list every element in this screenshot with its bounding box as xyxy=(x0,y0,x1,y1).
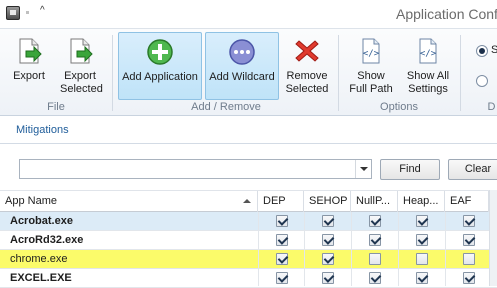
show-all-settings-label: Show All Settings xyxy=(406,70,450,95)
dep-checkbox[interactable] xyxy=(276,215,288,227)
show-all-settings-button[interactable]: </> Show All Settings xyxy=(401,32,455,100)
remove-selected-label: Remove Selected xyxy=(285,70,329,95)
add-application-button[interactable]: Add Application xyxy=(118,32,202,100)
chevron-down-icon[interactable] xyxy=(355,160,371,178)
svg-text:</>: </> xyxy=(420,49,437,59)
find-button[interactable]: Find xyxy=(380,159,440,180)
filter-combo[interactable] xyxy=(19,159,372,179)
eaf-checkbox[interactable] xyxy=(463,272,475,284)
heapspray-checkbox[interactable] xyxy=(416,272,428,284)
heapspray-checkbox[interactable] xyxy=(416,234,428,246)
window-menu-icon[interactable] xyxy=(6,6,20,20)
export-selected-icon xyxy=(70,38,93,64)
sehop-checkbox[interactable] xyxy=(322,253,334,265)
column-header-heapspray[interactable]: Heap... xyxy=(398,191,445,212)
column-header-dep[interactable]: DEP xyxy=(258,191,304,212)
group-separator xyxy=(460,35,461,111)
display-group-label: D xyxy=(487,101,496,113)
vertical-scrollbar[interactable] xyxy=(489,190,497,286)
add-remove-group-label: Add / Remove xyxy=(191,101,261,113)
filter-bar: Find Clear xyxy=(0,145,497,189)
quick-access-dropdown-icon[interactable]: ^ xyxy=(40,5,45,16)
column-divider xyxy=(258,212,259,286)
column-header-label: App Name xyxy=(5,195,57,207)
dep-checkbox[interactable] xyxy=(276,272,288,284)
dep-checkbox[interactable] xyxy=(276,234,288,246)
add-application-label: Add Application xyxy=(122,71,198,83)
app-name-cell: Acrobat.exe xyxy=(10,215,73,227)
column-header-eaf[interactable]: EAF xyxy=(445,191,489,212)
show-full-path-button[interactable]: </> Show Full Path xyxy=(344,32,398,100)
tab-mitigations[interactable]: Mitigations xyxy=(16,124,69,136)
add-wildcard-label: Add Wildcard xyxy=(209,71,275,83)
sort-ascending-icon xyxy=(243,199,251,203)
quick-access-separator xyxy=(26,11,29,14)
file-group-label: File xyxy=(47,101,65,113)
column-header-nullpage[interactable]: NullP... xyxy=(351,191,398,212)
add-circle-icon xyxy=(147,39,173,65)
app-name-cell: EXCEL.EXE xyxy=(10,272,72,284)
heapspray-checkbox[interactable] xyxy=(416,253,428,265)
eaf-checkbox[interactable] xyxy=(463,215,475,227)
wildcard-icon xyxy=(229,39,255,65)
export-selected-label: Export Selected xyxy=(60,70,103,95)
add-wildcard-button[interactable]: Add Wildcard xyxy=(205,32,279,100)
code-file-icon: </> xyxy=(419,38,437,64)
table-row[interactable]: Acrobat.exe xyxy=(0,212,497,231)
group-separator xyxy=(112,35,113,111)
dep-checkbox[interactable] xyxy=(276,253,288,265)
nullpage-checkbox[interactable] xyxy=(369,215,381,227)
export-icon xyxy=(19,38,42,64)
display-mode-radio-2[interactable] xyxy=(476,75,488,87)
app-name-cell: chrome.exe xyxy=(10,253,68,265)
clear-button[interactable]: Clear xyxy=(448,159,497,180)
svg-text:</>: </> xyxy=(363,49,380,59)
sehop-checkbox[interactable] xyxy=(322,272,334,284)
tab-strip: Mitigations xyxy=(0,116,497,144)
column-header-sehop[interactable]: SEHOP xyxy=(304,191,351,212)
table-row[interactable]: EXCEL.EXE xyxy=(0,269,497,288)
app-name-cell: AcroRd32.exe xyxy=(10,234,84,246)
group-separator xyxy=(338,35,339,111)
display-mode-radio-1-label: S xyxy=(491,44,497,56)
table-row[interactable]: AcroRd32.exe xyxy=(0,231,497,250)
applications-grid: App Name DEP SEHOP NullP... Heap... EAF … xyxy=(0,190,497,288)
column-divider xyxy=(445,212,446,286)
table-row[interactable]: chrome.exe xyxy=(0,250,497,269)
column-header-app-name[interactable]: App Name xyxy=(0,191,258,212)
export-label: Export xyxy=(13,70,45,82)
export-button[interactable]: Export xyxy=(6,32,52,100)
code-file-icon: </> xyxy=(362,38,380,64)
remove-selected-button[interactable]: Remove Selected xyxy=(283,32,331,100)
window-title: Application Confi xyxy=(396,6,497,22)
nullpage-checkbox[interactable] xyxy=(369,234,381,246)
options-group-label: Options xyxy=(380,101,418,113)
title-bar: ^ Application Confi xyxy=(0,0,497,28)
nullpage-checkbox[interactable] xyxy=(369,272,381,284)
ribbon: Export Export Selected File Add Applicat… xyxy=(0,28,497,116)
eaf-checkbox[interactable] xyxy=(463,234,475,246)
column-divider xyxy=(304,212,305,286)
grid-header: App Name DEP SEHOP NullP... Heap... EAF xyxy=(0,190,497,212)
eaf-checkbox[interactable] xyxy=(463,253,475,265)
column-divider xyxy=(398,212,399,286)
show-full-path-label: Show Full Path xyxy=(349,70,393,95)
export-selected-button[interactable]: Export Selected xyxy=(54,32,106,100)
remove-x-icon xyxy=(295,40,319,62)
nullpage-checkbox[interactable] xyxy=(369,253,381,265)
sehop-checkbox[interactable] xyxy=(322,215,334,227)
sehop-checkbox[interactable] xyxy=(322,234,334,246)
display-mode-radio-1[interactable] xyxy=(476,45,488,57)
heapspray-checkbox[interactable] xyxy=(416,215,428,227)
column-divider xyxy=(351,212,352,286)
